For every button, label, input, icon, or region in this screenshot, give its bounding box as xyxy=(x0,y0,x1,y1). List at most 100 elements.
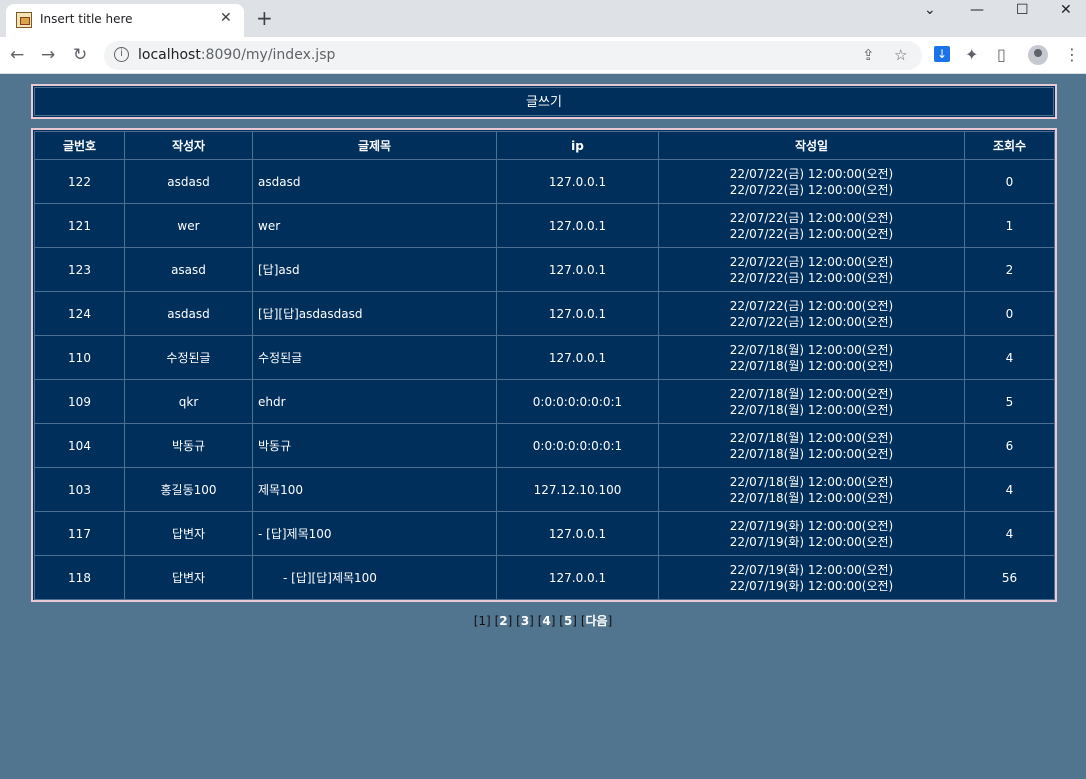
site-info-icon[interactable]: i xyxy=(114,47,129,62)
cell-title-link[interactable]: wer xyxy=(252,203,497,248)
date-line: 22/07/18(월) 12:00:00(오전) xyxy=(729,386,894,401)
table-row: 121 wer wer 127.0.0.1 22/07/22(금) 12:00:… xyxy=(34,203,1055,248)
cell-no: 110 xyxy=(34,335,125,380)
back-icon[interactable]: ← xyxy=(10,45,24,65)
cell-ip: 127.0.0.1 xyxy=(496,247,659,292)
table-row: 123 asasd [답]asd 127.0.0.1 22/07/22(금) 1… xyxy=(34,247,1055,292)
cell-date: 22/07/19(화) 12:00:00(오전) 22/07/19(화) 12:0… xyxy=(658,511,965,556)
date-line: 22/07/22(금) 12:00:00(오전) xyxy=(729,210,894,225)
cell-views: 4 xyxy=(964,335,1055,380)
date-line: 22/07/22(금) 12:00:00(오전) xyxy=(729,226,894,241)
date-line: 22/07/18(월) 12:00:00(오전) xyxy=(729,358,894,373)
side-panel-icon[interactable]: ▯ xyxy=(997,45,1006,64)
date-line: 22/07/19(화) 12:00:00(오전) xyxy=(729,578,894,593)
cell-title-link[interactable]: - [답][답]제목100 xyxy=(252,555,497,600)
profile-avatar[interactable] xyxy=(1028,45,1048,65)
cell-ip: 127.0.0.1 xyxy=(496,159,659,204)
cell-writer: qkr xyxy=(124,379,253,424)
browser-tab[interactable]: Insert title here ✕ xyxy=(6,4,244,37)
cell-ip: 127.0.0.1 xyxy=(496,335,659,380)
new-tab-icon[interactable]: + xyxy=(256,6,273,30)
maximize-icon[interactable]: ☐ xyxy=(1016,2,1029,18)
cell-date: 22/07/18(월) 12:00:00(오전) 22/07/18(월) 12:0… xyxy=(658,423,965,468)
date-line: 22/07/18(월) 12:00:00(오전) xyxy=(729,342,894,357)
cell-title-link[interactable]: [답]asd xyxy=(252,247,497,292)
page-link-2[interactable]: 2 xyxy=(499,614,507,628)
cell-no: 117 xyxy=(34,511,125,556)
write-link[interactable]: 글쓰기 xyxy=(34,87,1054,116)
cell-title-link[interactable]: ehdr xyxy=(252,379,497,424)
close-window-icon[interactable]: ✕ xyxy=(1060,2,1072,18)
cell-ip: 0:0:0:0:0:0:0:1 xyxy=(496,379,659,424)
date-line: 22/07/22(금) 12:00:00(오전) xyxy=(729,166,894,181)
date-line: 22/07/18(월) 12:00:00(오전) xyxy=(729,474,894,489)
page-link-4[interactable]: 4 xyxy=(542,614,550,628)
close-tab-icon[interactable]: ✕ xyxy=(220,10,232,26)
date-line: 22/07/18(월) 12:00:00(오전) xyxy=(729,430,894,445)
date-line: 22/07/22(금) 12:00:00(오전) xyxy=(729,298,894,313)
cell-views: 0 xyxy=(964,159,1055,204)
cell-no: 103 xyxy=(34,467,125,512)
cell-writer: 답변자 xyxy=(124,555,253,600)
minimize-icon[interactable]: — xyxy=(970,2,984,18)
reload-icon[interactable]: ↻ xyxy=(73,45,87,65)
header-title: 글제목 xyxy=(252,131,497,160)
cell-ip: 127.0.0.1 xyxy=(496,511,659,556)
table-header-row: 글번호 작성자 글제목 ip 작성일 조회수 xyxy=(34,131,1055,160)
cell-title-link[interactable]: 제목100 xyxy=(252,467,497,512)
cell-views: 5 xyxy=(964,379,1055,424)
cell-writer: 홍길동100 xyxy=(124,467,253,512)
cell-views: 0 xyxy=(964,291,1055,336)
extensions-icon[interactable]: ✦ xyxy=(965,45,978,64)
cell-no: 124 xyxy=(34,291,125,336)
table-row: 122 asdasd asdasd 127.0.0.1 22/07/22(금) … xyxy=(34,159,1055,204)
cell-ip: 0:0:0:0:0:0:0:1 xyxy=(496,423,659,468)
favicon-icon xyxy=(16,12,32,28)
cell-ip: 127.0.0.1 xyxy=(496,555,659,600)
table-row: 124 asdasd [답][답]asdasdasd 127.0.0.1 22/… xyxy=(34,291,1055,336)
cell-no: 104 xyxy=(34,423,125,468)
tab-title: Insert title here xyxy=(40,12,133,26)
board-table: 글번호 작성자 글제목 ip 작성일 조회수 122 asdasd asdasd… xyxy=(34,131,1055,600)
pagination: [1] [2] [3] [4] [5] [다음] xyxy=(473,614,613,628)
cell-ip: 127.0.0.1 xyxy=(496,203,659,248)
bookmark-star-icon[interactable]: ☆ xyxy=(894,46,907,64)
cell-title-link[interactable]: 박동규 xyxy=(252,423,497,468)
date-line: 22/07/18(월) 12:00:00(오전) xyxy=(729,402,894,417)
cell-title-link[interactable]: 수정된글 xyxy=(252,335,497,380)
cell-date: 22/07/19(화) 12:00:00(오전) 22/07/19(화) 12:0… xyxy=(658,555,965,600)
cell-title-link[interactable]: asdasd xyxy=(252,159,497,204)
cell-writer: 박동규 xyxy=(124,423,253,468)
cell-no: 122 xyxy=(34,159,125,204)
tab-search-icon[interactable]: ⌄ xyxy=(924,2,936,18)
cell-views: 2 xyxy=(964,247,1055,292)
table-row: 110 수정된글 수정된글 127.0.0.1 22/07/18(월) 12:0… xyxy=(34,335,1055,380)
forward-icon[interactable]: → xyxy=(41,45,55,65)
date-line: 22/07/22(금) 12:00:00(오전) xyxy=(729,182,894,197)
next-page-link[interactable]: 다음 xyxy=(586,614,608,628)
menu-icon[interactable]: ⋮ xyxy=(1064,45,1080,64)
cell-no: 109 xyxy=(34,379,125,424)
date-line: 22/07/19(화) 12:00:00(오전) xyxy=(729,562,894,577)
cell-title-link[interactable]: [답][답]asdasdasd xyxy=(252,291,497,336)
cell-title-link[interactable]: - [답]제목100 xyxy=(252,511,497,556)
write-container: 글쓰기 xyxy=(31,84,1057,119)
cell-writer: 답변자 xyxy=(124,511,253,556)
cell-views: 1 xyxy=(964,203,1055,248)
cell-views: 4 xyxy=(964,467,1055,512)
address-bar[interactable]: i localhost:8090/my/index.jsp ⇪ ☆ xyxy=(104,41,922,70)
cell-date: 22/07/18(월) 12:00:00(오전) 22/07/18(월) 12:0… xyxy=(658,467,965,512)
board-table-container: 글번호 작성자 글제목 ip 작성일 조회수 122 asdasd asdasd… xyxy=(31,128,1057,602)
cell-views: 56 xyxy=(964,555,1055,600)
date-line: 22/07/18(월) 12:00:00(오전) xyxy=(729,490,894,505)
page-link-3[interactable]: 3 xyxy=(521,614,529,628)
cell-ip: 127.12.10.100 xyxy=(496,467,659,512)
table-row: 109 qkr ehdr 0:0:0:0:0:0:0:1 22/07/18(월)… xyxy=(34,379,1055,424)
cell-no: 123 xyxy=(34,247,125,292)
download-extension-icon[interactable]: ↓ xyxy=(934,46,950,62)
url-text[interactable]: localhost:8090/my/index.jsp xyxy=(138,47,335,63)
cell-date: 22/07/22(금) 12:00:00(오전) 22/07/22(금) 12:0… xyxy=(658,203,965,248)
share-icon[interactable]: ⇪ xyxy=(862,46,875,64)
date-line: 22/07/22(금) 12:00:00(오전) xyxy=(729,254,894,269)
header-writer: 작성자 xyxy=(124,131,253,160)
